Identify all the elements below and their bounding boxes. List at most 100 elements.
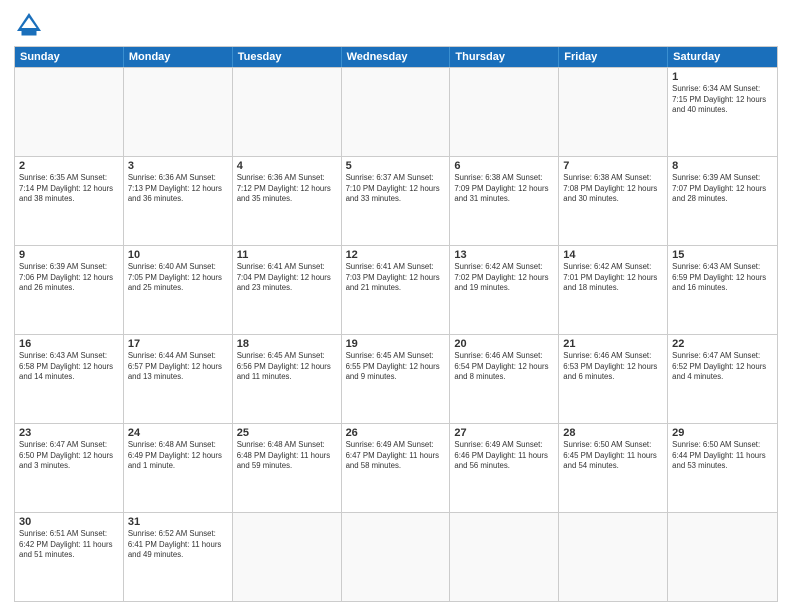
day-number: 30 [19,516,119,528]
day-cell-29: 29Sunrise: 6:50 AM Sunset: 6:44 PM Dayli… [668,424,777,512]
empty-cell [450,68,559,156]
day-cell-25: 25Sunrise: 6:48 AM Sunset: 6:48 PM Dayli… [233,424,342,512]
day-info: Sunrise: 6:41 AM Sunset: 7:03 PM Dayligh… [346,262,446,294]
empty-cell [15,68,124,156]
day-info: Sunrise: 6:36 AM Sunset: 7:12 PM Dayligh… [237,173,337,205]
empty-cell [233,513,342,601]
day-number: 16 [19,338,119,350]
day-number: 1 [672,71,773,83]
day-header-tuesday: Tuesday [233,47,342,67]
day-info: Sunrise: 6:50 AM Sunset: 6:44 PM Dayligh… [672,440,773,472]
day-info: Sunrise: 6:37 AM Sunset: 7:10 PM Dayligh… [346,173,446,205]
day-cell-4: 4Sunrise: 6:36 AM Sunset: 7:12 PM Daylig… [233,157,342,245]
day-info: Sunrise: 6:46 AM Sunset: 6:54 PM Dayligh… [454,351,554,383]
empty-cell [450,513,559,601]
day-info: Sunrise: 6:49 AM Sunset: 6:46 PM Dayligh… [454,440,554,472]
day-cell-17: 17Sunrise: 6:44 AM Sunset: 6:57 PM Dayli… [124,335,233,423]
day-number: 22 [672,338,773,350]
day-cell-18: 18Sunrise: 6:45 AM Sunset: 6:56 PM Dayli… [233,335,342,423]
day-number: 6 [454,160,554,172]
day-number: 13 [454,249,554,261]
day-cell-27: 27Sunrise: 6:49 AM Sunset: 6:46 PM Dayli… [450,424,559,512]
day-number: 26 [346,427,446,439]
day-cell-9: 9Sunrise: 6:39 AM Sunset: 7:06 PM Daylig… [15,246,124,334]
day-info: Sunrise: 6:40 AM Sunset: 7:05 PM Dayligh… [128,262,228,294]
day-number: 20 [454,338,554,350]
day-number: 25 [237,427,337,439]
calendar: SundayMondayTuesdayWednesdayThursdayFrid… [14,46,778,602]
header [14,10,778,40]
empty-cell [124,68,233,156]
day-number: 3 [128,160,228,172]
day-number: 11 [237,249,337,261]
day-info: Sunrise: 6:38 AM Sunset: 7:08 PM Dayligh… [563,173,663,205]
day-number: 9 [19,249,119,261]
day-number: 10 [128,249,228,261]
day-header-friday: Friday [559,47,668,67]
day-cell-8: 8Sunrise: 6:39 AM Sunset: 7:07 PM Daylig… [668,157,777,245]
day-info: Sunrise: 6:41 AM Sunset: 7:04 PM Dayligh… [237,262,337,294]
day-cell-21: 21Sunrise: 6:46 AM Sunset: 6:53 PM Dayli… [559,335,668,423]
day-number: 14 [563,249,663,261]
day-info: Sunrise: 6:48 AM Sunset: 6:48 PM Dayligh… [237,440,337,472]
day-cell-13: 13Sunrise: 6:42 AM Sunset: 7:02 PM Dayli… [450,246,559,334]
day-cell-20: 20Sunrise: 6:46 AM Sunset: 6:54 PM Dayli… [450,335,559,423]
empty-cell [559,68,668,156]
day-cell-15: 15Sunrise: 6:43 AM Sunset: 6:59 PM Dayli… [668,246,777,334]
calendar-body: 1Sunrise: 6:34 AM Sunset: 7:15 PM Daylig… [15,67,777,601]
day-number: 17 [128,338,228,350]
day-header-thursday: Thursday [450,47,559,67]
day-cell-7: 7Sunrise: 6:38 AM Sunset: 7:08 PM Daylig… [559,157,668,245]
day-cell-5: 5Sunrise: 6:37 AM Sunset: 7:10 PM Daylig… [342,157,451,245]
day-info: Sunrise: 6:52 AM Sunset: 6:41 PM Dayligh… [128,529,228,561]
day-cell-10: 10Sunrise: 6:40 AM Sunset: 7:05 PM Dayli… [124,246,233,334]
calendar-row-5: 23Sunrise: 6:47 AM Sunset: 6:50 PM Dayli… [15,423,777,512]
day-number: 4 [237,160,337,172]
day-info: Sunrise: 6:44 AM Sunset: 6:57 PM Dayligh… [128,351,228,383]
day-cell-24: 24Sunrise: 6:48 AM Sunset: 6:49 PM Dayli… [124,424,233,512]
day-cell-30: 30Sunrise: 6:51 AM Sunset: 6:42 PM Dayli… [15,513,124,601]
day-info: Sunrise: 6:39 AM Sunset: 7:07 PM Dayligh… [672,173,773,205]
day-number: 31 [128,516,228,528]
day-cell-2: 2Sunrise: 6:35 AM Sunset: 7:14 PM Daylig… [15,157,124,245]
day-info: Sunrise: 6:46 AM Sunset: 6:53 PM Dayligh… [563,351,663,383]
day-cell-28: 28Sunrise: 6:50 AM Sunset: 6:45 PM Dayli… [559,424,668,512]
day-info: Sunrise: 6:39 AM Sunset: 7:06 PM Dayligh… [19,262,119,294]
day-header-monday: Monday [124,47,233,67]
day-number: 29 [672,427,773,439]
calendar-row-4: 16Sunrise: 6:43 AM Sunset: 6:58 PM Dayli… [15,334,777,423]
day-info: Sunrise: 6:47 AM Sunset: 6:50 PM Dayligh… [19,440,119,472]
day-cell-23: 23Sunrise: 6:47 AM Sunset: 6:50 PM Dayli… [15,424,124,512]
day-info: Sunrise: 6:48 AM Sunset: 6:49 PM Dayligh… [128,440,228,472]
day-header-saturday: Saturday [668,47,777,67]
day-cell-1: 1Sunrise: 6:34 AM Sunset: 7:15 PM Daylig… [668,68,777,156]
day-info: Sunrise: 6:43 AM Sunset: 6:59 PM Dayligh… [672,262,773,294]
day-cell-14: 14Sunrise: 6:42 AM Sunset: 7:01 PM Dayli… [559,246,668,334]
day-info: Sunrise: 6:36 AM Sunset: 7:13 PM Dayligh… [128,173,228,205]
day-cell-3: 3Sunrise: 6:36 AM Sunset: 7:13 PM Daylig… [124,157,233,245]
calendar-row-2: 2Sunrise: 6:35 AM Sunset: 7:14 PM Daylig… [15,156,777,245]
day-number: 18 [237,338,337,350]
day-cell-22: 22Sunrise: 6:47 AM Sunset: 6:52 PM Dayli… [668,335,777,423]
day-number: 27 [454,427,554,439]
day-info: Sunrise: 6:49 AM Sunset: 6:47 PM Dayligh… [346,440,446,472]
day-cell-11: 11Sunrise: 6:41 AM Sunset: 7:04 PM Dayli… [233,246,342,334]
day-number: 7 [563,160,663,172]
day-number: 2 [19,160,119,172]
day-info: Sunrise: 6:47 AM Sunset: 6:52 PM Dayligh… [672,351,773,383]
day-cell-31: 31Sunrise: 6:52 AM Sunset: 6:41 PM Dayli… [124,513,233,601]
day-header-wednesday: Wednesday [342,47,451,67]
day-cell-12: 12Sunrise: 6:41 AM Sunset: 7:03 PM Dayli… [342,246,451,334]
day-info: Sunrise: 6:43 AM Sunset: 6:58 PM Dayligh… [19,351,119,383]
day-cell-16: 16Sunrise: 6:43 AM Sunset: 6:58 PM Dayli… [15,335,124,423]
empty-cell [559,513,668,601]
day-number: 8 [672,160,773,172]
day-number: 23 [19,427,119,439]
day-cell-6: 6Sunrise: 6:38 AM Sunset: 7:09 PM Daylig… [450,157,559,245]
day-header-sunday: Sunday [15,47,124,67]
empty-cell [233,68,342,156]
calendar-header: SundayMondayTuesdayWednesdayThursdayFrid… [15,47,777,67]
day-number: 19 [346,338,446,350]
day-cell-19: 19Sunrise: 6:45 AM Sunset: 6:55 PM Dayli… [342,335,451,423]
calendar-row-3: 9Sunrise: 6:39 AM Sunset: 7:06 PM Daylig… [15,245,777,334]
